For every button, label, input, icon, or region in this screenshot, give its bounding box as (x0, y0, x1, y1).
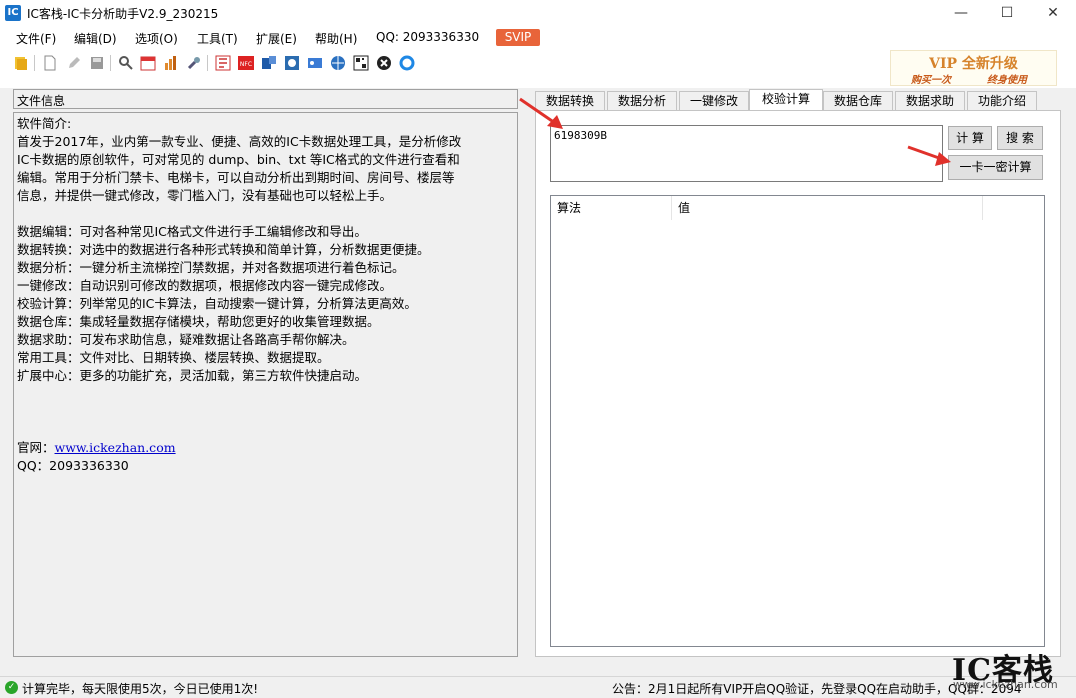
id-card-icon[interactable] (307, 55, 323, 71)
status-message: 计算完毕，每天限使用5次，今日已使用1次! (22, 682, 259, 696)
intro-line: 扩展中心：更多的功能扩充，灵活加载，第三方软件快捷启动。 (17, 368, 368, 383)
save-icon[interactable] (89, 55, 105, 71)
wrench-icon[interactable] (186, 55, 202, 71)
intro-line: 编辑。常用于分析门禁卡、电梯卡，可以自动分析出到期时间、房间号、楼层等 (17, 170, 455, 185)
intro-line: 软件简介: (17, 116, 72, 131)
device-icon[interactable] (261, 55, 277, 71)
refresh-icon[interactable] (399, 55, 415, 71)
close-button[interactable]: ✕ (1030, 0, 1076, 26)
menu-qq[interactable]: QQ: 2093336330 (376, 30, 479, 44)
watermark-url: www.ickezhan.com (953, 678, 1058, 691)
intro-line (17, 403, 514, 421)
intro-line (17, 385, 514, 403)
intro-line: 信息，并提供一键式修改，零门槛入门，没有基础也可以轻松上手。 (17, 188, 393, 203)
plugin-icon[interactable] (376, 55, 392, 71)
tab-strip: 数据转换 数据分析 一键修改 数据仓库 数据求助 功能介绍 校验计算 (535, 89, 1061, 112)
toolbar-separator (207, 55, 208, 71)
intro-line: 数据分析：一键分析主流梯控门禁数据，并对各数据项进行着色标记。 (17, 260, 405, 275)
svg-text:NFC: NFC (240, 61, 252, 68)
intro-line: 数据编辑：可对各种常见IC格式文件进行手工编辑修改和导出。 (17, 224, 367, 239)
menu-tools[interactable]: 工具(T) (197, 30, 238, 47)
intro-line: 数据仓库：集成轻量数据存储模块，帮助您更好的收集管理数据。 (17, 314, 380, 329)
annotation-arrow-input (519, 97, 563, 129)
chart-icon[interactable] (163, 55, 179, 71)
menu-help[interactable]: 帮助(H) (315, 30, 357, 47)
status-bar: ✓ 计算完毕，每天限使用5次，今日已使用1次! 公告：2月1日起所有VIP开启Q… (0, 676, 1076, 698)
tab-feature-intro[interactable]: 功能介绍 (967, 91, 1037, 111)
file-info-title: 文件信息 (17, 94, 66, 108)
one-card-one-key-button[interactable]: 一卡一密计算 (948, 155, 1043, 180)
intro-line (17, 421, 514, 439)
intro-line: 数据求助：可发布求助信息，疑难数据让各路高手帮你解决。 (17, 332, 355, 347)
menu-options[interactable]: 选项(O) (135, 30, 178, 47)
check-icon: ✓ (5, 681, 18, 694)
tab-checksum-calc[interactable]: 校验计算 (749, 89, 823, 112)
app-icon: IC (5, 5, 21, 21)
vip-banner-tagline-left: 购买一次 (911, 75, 951, 86)
column-header-value[interactable]: 值 (672, 196, 983, 220)
maximize-button[interactable]: ☐ (984, 0, 1030, 26)
qr-code-icon[interactable] (353, 55, 369, 71)
algorithm-result-table[interactable]: 算法 值 (550, 195, 1045, 647)
calendar-icon[interactable] (140, 55, 156, 71)
nfc-reader-icon[interactable] (215, 55, 231, 71)
toolbar-separator (110, 55, 111, 71)
official-site-label: 官网： (17, 440, 55, 455)
intro-line: 校验计算：列举常见的IC卡算法，自动搜索一键计算，分析算法更高效。 (17, 296, 417, 311)
title-bar: IC IC客栈-IC卡分析助手V2.9_230215 — ☐ ✕ (0, 0, 1076, 26)
vip-banner-headline: VIP 全新升级 (929, 56, 1018, 72)
search-icon[interactable] (118, 55, 134, 71)
vip-banner-tagline-right: 终身使用 (987, 75, 1027, 86)
qq-contact: QQ：2093336330 (17, 458, 129, 473)
file-info-panel[interactable]: 软件简介: 首发于2017年，业内第一款专业、便捷、高效的IC卡数据处理工具，是分… (13, 112, 518, 657)
menu-edit[interactable]: 编辑(D) (74, 30, 117, 47)
window-title: IC客栈-IC卡分析助手V2.9_230215 (27, 7, 219, 21)
intro-line: 数据转换：对选中的数据进行各种形式转换和简单计算，分析数据更便捷。 (17, 242, 430, 257)
search-button[interactable]: 搜 索 (997, 126, 1043, 150)
column-header-algorithm[interactable]: 算法 (551, 196, 672, 220)
software-intro: 软件简介: 首发于2017年，业内第一款专业、便捷、高效的IC卡数据处理工具，是分… (17, 115, 514, 439)
official-site-link[interactable]: www.ickezhan.com (55, 440, 176, 455)
intro-line: IC卡数据的原创软件，可对常见的 dump、bin、txt 等IC格式的文件进行… (17, 152, 460, 167)
new-file-icon[interactable] (42, 55, 58, 71)
nfc-icon[interactable]: NFC (238, 55, 254, 71)
minimize-button[interactable]: — (938, 0, 984, 26)
scan-icon[interactable] (284, 55, 300, 71)
ickezhan-watermark: IC客栈 www.ickezhan.com (948, 645, 1058, 695)
official-site-row: 官网：www.ickezhan.com (17, 439, 514, 457)
intro-line: 首发于2017年，业内第一款专业、便捷、高效的IC卡数据处理工具，是分析修改 (17, 134, 462, 149)
tab-data-help[interactable]: 数据求助 (895, 91, 965, 111)
toolbar-separator (34, 55, 35, 71)
intro-line: 一键修改：自动识别可修改的数据项，根据修改内容一键完成修改。 (17, 278, 393, 293)
network-icon[interactable] (330, 55, 346, 71)
tab-data-analysis[interactable]: 数据分析 (607, 91, 677, 111)
intro-line (17, 205, 514, 223)
menu-file[interactable]: 文件(F) (16, 30, 56, 47)
svip-badge[interactable]: SVIP (496, 29, 540, 46)
tab-one-click-modify[interactable]: 一键修改 (679, 91, 749, 111)
open-folder-icon[interactable] (14, 55, 30, 71)
vip-upgrade-banner[interactable]: VIP 全新升级 购买一次 终身使用 (890, 50, 1057, 86)
menu-extensions[interactable]: 扩展(E) (256, 30, 297, 47)
annotation-arrow-button (907, 145, 951, 166)
file-info-header: 文件信息 (13, 89, 518, 109)
hex-input-field[interactable]: 6198309B (550, 125, 943, 182)
edit-icon[interactable] (66, 55, 82, 71)
tab-data-warehouse[interactable]: 数据仓库 (823, 91, 893, 111)
intro-line: 常用工具：文件对比、日期转换、楼层转换、数据提取。 (17, 350, 330, 365)
